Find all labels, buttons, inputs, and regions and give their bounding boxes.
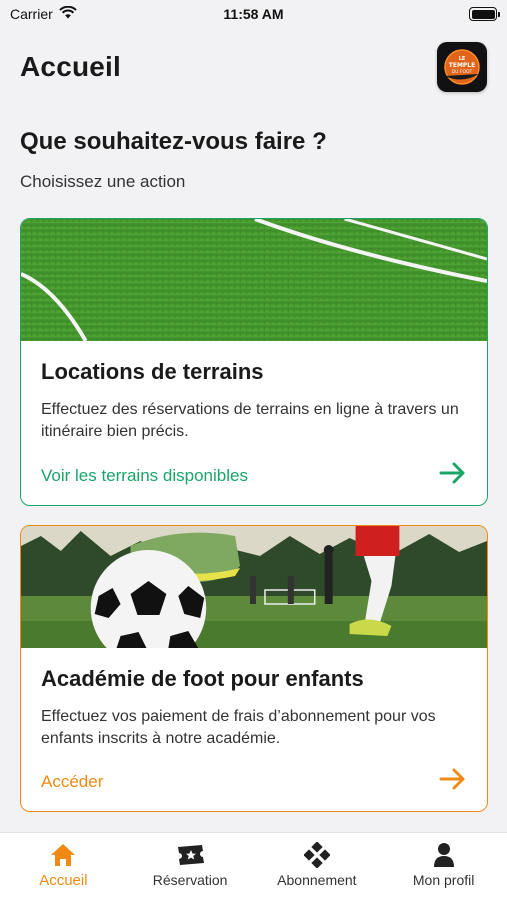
- card-body: Locations de terrains Effectuez des rése…: [21, 341, 487, 443]
- status-left: Carrier: [10, 5, 130, 22]
- card-description: Effectuez vos paiement de frais d’abonne…: [41, 708, 436, 747]
- tab-label: Mon profil: [412, 872, 475, 888]
- card-title: Locations de terrains: [41, 359, 264, 384]
- status-bar: Carrier 11:58 AM: [0, 0, 507, 28]
- wifi-icon: [59, 5, 77, 22]
- tab-abonnement[interactable]: Abonnement: [254, 841, 380, 888]
- card-body: Académie de foot pour enfants Effectuez …: [21, 648, 487, 750]
- tab-mon-profil[interactable]: Mon profil: [381, 841, 507, 888]
- ticket-icon: [175, 841, 205, 869]
- user-icon: [433, 841, 455, 869]
- page-title: Accueil: [20, 51, 121, 82]
- battery-icon: [469, 7, 500, 21]
- app-logo[interactable]: LE TEMPLE DU FOOT: [437, 42, 487, 92]
- status-right: [377, 7, 500, 21]
- diamond-icon: [303, 841, 330, 869]
- tab-label: Accueil: [39, 872, 88, 889]
- section-heading: Que souhaitez-vous faire ?: [20, 128, 327, 155]
- tab-reservation[interactable]: Réservation: [127, 841, 253, 888]
- section-subheading: Choisissez une action: [20, 172, 186, 191]
- card-kids-academy[interactable]: Académie de foot pour enfants Effectuez …: [20, 525, 488, 812]
- card-title: Académie de foot pour enfants: [41, 666, 364, 691]
- tab-bar: Accueil Réservation Abonnement Mon profi…: [0, 832, 507, 900]
- arrow-right-icon[interactable]: [439, 768, 467, 795]
- carrier-label: Carrier: [10, 6, 53, 22]
- tab-label: Abonnement: [277, 872, 357, 888]
- access-academy-link[interactable]: Accéder: [41, 768, 467, 795]
- football-ball-image: [21, 526, 487, 648]
- tab-label: Réservation: [152, 872, 228, 888]
- card-action-label: Accéder: [41, 771, 104, 791]
- card-field-rental[interactable]: Locations de terrains Effectuez des rése…: [20, 218, 488, 506]
- card-description: Effectuez des réservations de terrains e…: [41, 401, 459, 440]
- view-fields-link[interactable]: Voir les terrains disponibles: [41, 462, 467, 489]
- svg-text:TEMPLE: TEMPLE: [449, 62, 475, 69]
- home-icon: [50, 841, 76, 869]
- card-action-label: Voir les terrains disponibles: [41, 465, 248, 485]
- football-pitch-image: [21, 219, 487, 341]
- header: Accueil LE TEMPLE DU FOOT: [20, 40, 487, 94]
- status-time: 11:58 AM: [223, 6, 284, 22]
- svg-text:DU FOOT: DU FOOT: [452, 69, 473, 75]
- tab-accueil[interactable]: Accueil: [0, 841, 126, 889]
- logo-graphic: LE TEMPLE DU FOOT: [444, 49, 480, 85]
- arrow-right-icon[interactable]: [439, 462, 467, 489]
